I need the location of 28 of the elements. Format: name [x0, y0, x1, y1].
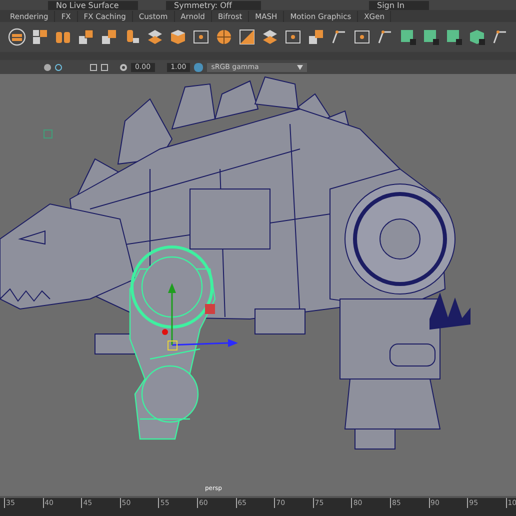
caret-icon	[297, 64, 304, 70]
render-icon[interactable]	[44, 64, 51, 70]
shape-icon[interactable]	[445, 28, 463, 46]
curve-icon[interactable]	[330, 28, 348, 46]
curve-icon[interactable]	[491, 28, 509, 46]
squares-icon[interactable]	[238, 28, 256, 46]
frame-icon[interactable]	[192, 28, 210, 46]
stack-icon[interactable]	[146, 28, 164, 46]
tiles-icon[interactable]	[307, 28, 325, 46]
stack-icon[interactable]	[261, 28, 279, 46]
live-surface-field[interactable]: No Live Surface	[48, 1, 138, 10]
symmetry-field[interactable]: Symmetry: Off	[166, 1, 261, 10]
ring-icon[interactable]	[55, 64, 62, 70]
shape-icon[interactable]	[399, 28, 417, 46]
layers-icon[interactable]	[8, 28, 26, 46]
frame-icon[interactable]	[353, 28, 371, 46]
ball-icon[interactable]	[215, 28, 233, 46]
frame-icon[interactable]	[284, 28, 302, 46]
tiles-icon[interactable]	[100, 28, 118, 46]
sign-in-button[interactable]: Sign In	[369, 1, 429, 10]
cube-icon[interactable]	[468, 28, 486, 46]
blocks-icon[interactable]	[31, 28, 49, 46]
cube-icon[interactable]	[169, 28, 187, 46]
grid-icon[interactable]	[77, 28, 95, 46]
shape-icon[interactable]	[422, 28, 440, 46]
color-management-icon[interactable]	[194, 62, 204, 72]
exposure-icon[interactable]	[120, 64, 127, 70]
curve-icon[interactable]	[376, 28, 394, 46]
